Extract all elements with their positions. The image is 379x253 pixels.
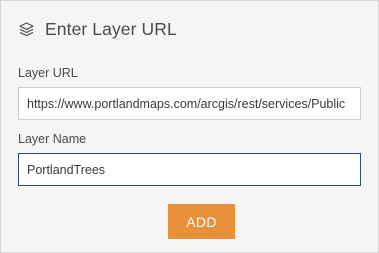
panel-header: Enter Layer URL xyxy=(18,19,177,40)
layer-name-label: Layer Name xyxy=(18,132,87,146)
layers-icon xyxy=(18,21,35,38)
add-layer-panel: Enter Layer URL Layer URL Layer Name ADD xyxy=(0,0,379,253)
layer-url-input[interactable] xyxy=(18,87,361,120)
panel-title: Enter Layer URL xyxy=(45,19,177,39)
add-button[interactable]: ADD xyxy=(168,204,235,239)
layer-url-label: Layer URL xyxy=(18,66,78,80)
layer-name-input[interactable] xyxy=(18,153,361,186)
